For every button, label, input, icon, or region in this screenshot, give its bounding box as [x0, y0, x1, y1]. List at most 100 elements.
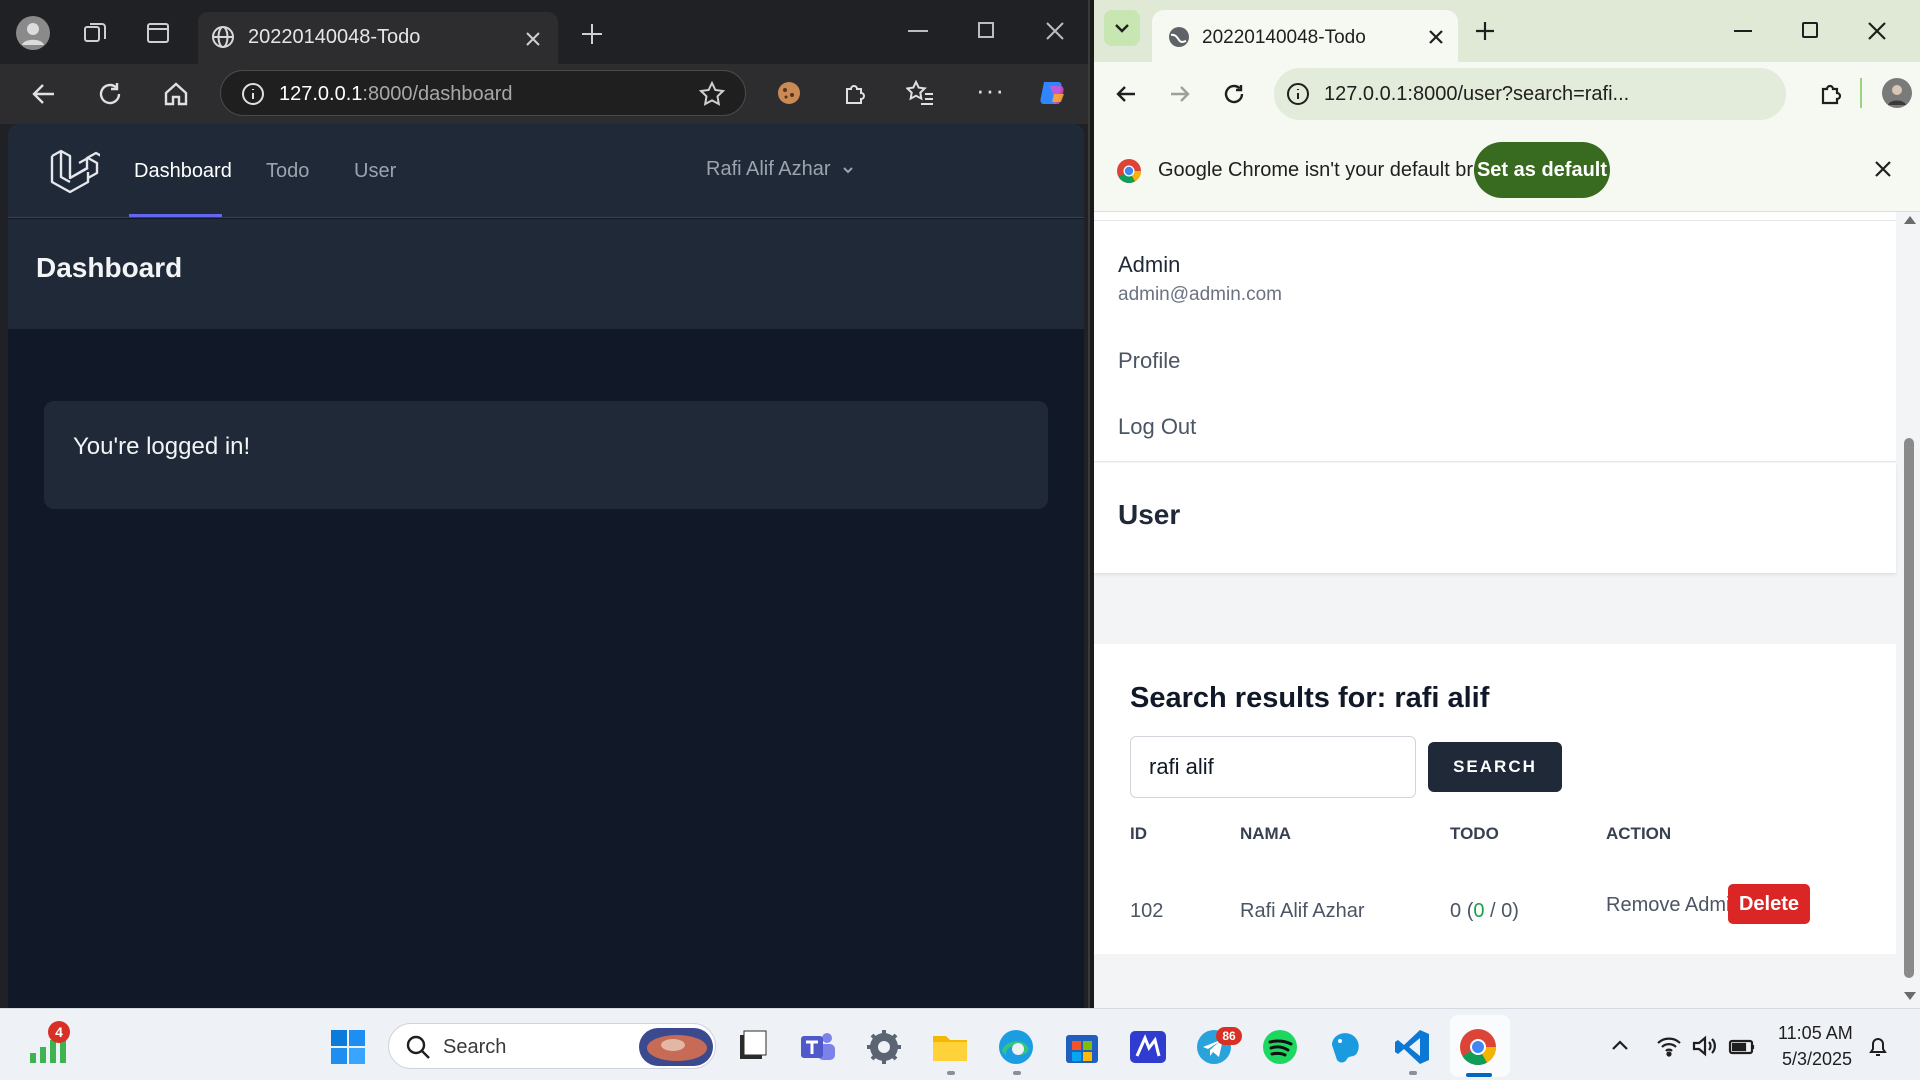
chrome-icon[interactable] — [1458, 1027, 1498, 1067]
globe-icon — [1168, 26, 1190, 48]
microsoft-store-icon[interactable] — [1062, 1027, 1102, 1067]
collections-icon[interactable] — [82, 20, 108, 46]
telegram-badge: 86 — [1216, 1027, 1242, 1045]
laravel-navbar: Dashboard Todo User Rafi Alif Azhar — [8, 124, 1084, 218]
clock-date[interactable]: 5/3/2025 — [1782, 1049, 1852, 1070]
running-indicator — [1013, 1071, 1021, 1075]
laravel-logo-icon[interactable] — [48, 146, 100, 200]
site-info-icon[interactable] — [1286, 82, 1310, 106]
running-indicator — [1409, 1071, 1417, 1075]
spotify-icon[interactable] — [1260, 1027, 1300, 1067]
settings-icon[interactable] — [864, 1027, 904, 1067]
forward-icon[interactable] — [1168, 82, 1192, 106]
edge-icon[interactable] — [996, 1027, 1036, 1067]
scrollbar-thumb[interactable] — [1904, 438, 1914, 978]
delete-button[interactable]: Delete — [1728, 884, 1810, 924]
search-input-value: rafi alif — [1149, 754, 1214, 779]
refresh-icon[interactable] — [1222, 82, 1246, 106]
search-button[interactable]: SEARCH — [1428, 742, 1562, 792]
edge-active-tab[interactable]: 20220140048-Todo — [198, 12, 558, 68]
cookie-extension-icon[interactable] — [776, 80, 802, 106]
vscode-icon[interactable] — [1392, 1027, 1432, 1067]
table-header-action: ACTION — [1606, 824, 1672, 843]
chevron-down-icon — [842, 166, 853, 173]
responsive-nav-dropdown: Admin admin@admin.com Profile Log Out — [1094, 212, 1896, 462]
chrome-active-tab[interactable]: 20220140048-Todo — [1152, 10, 1458, 66]
nav-todo[interactable]: Todo — [266, 160, 309, 183]
show-hidden-icons-chevron-up-icon[interactable] — [1610, 1037, 1630, 1053]
avatar[interactable] — [1882, 78, 1912, 108]
maximize-icon[interactable] — [978, 22, 994, 38]
back-icon[interactable] — [1114, 82, 1138, 106]
remove-admin-link[interactable]: Remove Admin — [1606, 894, 1742, 917]
close-tab-icon[interactable] — [524, 30, 542, 48]
dropdown-logout-link[interactable]: Log Out — [1118, 414, 1196, 440]
logged-in-message: You're logged in! — [73, 433, 251, 460]
page-title: Dashboard — [36, 252, 183, 283]
edge-tab-title: 20220140048-Todo — [248, 26, 421, 48]
edge-tab-bar: 20220140048-Todo — [0, 0, 1088, 68]
edge-address-bar[interactable]: 127.0.0.1:8000/dashboard — [220, 70, 746, 116]
close-tab-icon[interactable] — [1428, 29, 1444, 45]
scrollbar[interactable] — [1898, 212, 1920, 1008]
laravel-page-header: Dashboard — [8, 219, 1084, 329]
todo-total: 0 — [1450, 900, 1462, 922]
divider — [1094, 220, 1896, 221]
active-app-indicator — [1466, 1073, 1492, 1077]
battery-icon[interactable] — [1728, 1035, 1756, 1057]
home-icon[interactable] — [162, 80, 190, 108]
pinned-app-icon[interactable] — [1326, 1027, 1366, 1067]
favorites-icon[interactable] — [906, 80, 934, 106]
url-host: 127.0.0.1 — [279, 83, 363, 105]
scroll-down-arrow[interactable] — [1904, 992, 1916, 1000]
close-window-icon[interactable] — [1868, 22, 1886, 40]
chrome-logo-icon — [1116, 158, 1142, 184]
running-indicator — [947, 1071, 955, 1075]
windows-start-icon[interactable] — [330, 1029, 366, 1065]
chrome-tab-bar: 20220140048-Todo — [1094, 0, 1920, 66]
clock-time[interactable]: 11:05 AM — [1778, 1023, 1853, 1044]
nav-dashboard[interactable]: Dashboard — [134, 160, 232, 183]
favorite-star-icon[interactable] — [699, 81, 725, 107]
scroll-up-arrow[interactable] — [1904, 216, 1916, 224]
tab-search-button[interactable] — [1104, 10, 1140, 46]
minimize-icon[interactable] — [908, 30, 928, 32]
close-infobar-icon[interactable] — [1874, 160, 1892, 178]
maximize-icon[interactable] — [1802, 22, 1818, 38]
task-view-icon[interactable] — [732, 1027, 772, 1067]
set-default-button[interactable]: Set as default — [1474, 142, 1610, 198]
user-menu-trigger[interactable]: Rafi Alif Azhar — [706, 158, 855, 181]
chrome-address-bar[interactable]: 127.0.0.1:8000/user?search=rafi... — [1274, 68, 1786, 120]
edge-window: 20220140048-Todo 127.0.0.1:8000/dashboar… — [0, 0, 1090, 1008]
search-icon — [405, 1034, 431, 1060]
wifi-icon[interactable] — [1656, 1035, 1682, 1057]
taskbar-search-placeholder: Search — [443, 1036, 507, 1058]
notification-badge: 4 — [48, 1021, 70, 1043]
new-tab-icon[interactable] — [1474, 20, 1496, 42]
taskbar-search-box[interactable]: Search — [388, 1023, 716, 1069]
profile-icon[interactable] — [16, 16, 50, 50]
url-path: :8000/dashboard — [362, 83, 513, 105]
dropdown-profile-link[interactable]: Profile — [1118, 348, 1180, 374]
extensions-icon[interactable] — [1818, 80, 1844, 106]
extensions-icon[interactable] — [842, 80, 868, 106]
close-window-icon[interactable] — [1046, 22, 1064, 40]
copilot-icon[interactable] — [1036, 76, 1070, 110]
search-input[interactable]: rafi alif — [1130, 736, 1416, 798]
nav-user[interactable]: User — [354, 160, 396, 183]
site-info-icon[interactable] — [241, 82, 265, 106]
more-options-icon[interactable]: ··· — [976, 77, 1005, 103]
math-app-icon[interactable] — [1128, 1027, 1168, 1067]
minimize-icon[interactable] — [1734, 30, 1752, 32]
file-explorer-icon[interactable] — [930, 1027, 970, 1067]
tab-actions-icon[interactable] — [146, 21, 170, 45]
notifications-bell-icon[interactable] — [1866, 1035, 1890, 1059]
table-row: 102 Rafi Alif Azhar 0 (0 / 0) Remove Adm… — [1094, 856, 1896, 954]
new-tab-icon[interactable] — [580, 22, 604, 46]
refresh-icon[interactable] — [96, 80, 124, 108]
teams-icon[interactable] — [798, 1027, 838, 1067]
back-icon[interactable] — [30, 80, 58, 108]
volume-icon[interactable] — [1692, 1035, 1718, 1057]
chrome-url: 127.0.0.1:8000/user?search=rafi... — [1324, 83, 1630, 105]
table-header-id: ID — [1130, 824, 1147, 843]
